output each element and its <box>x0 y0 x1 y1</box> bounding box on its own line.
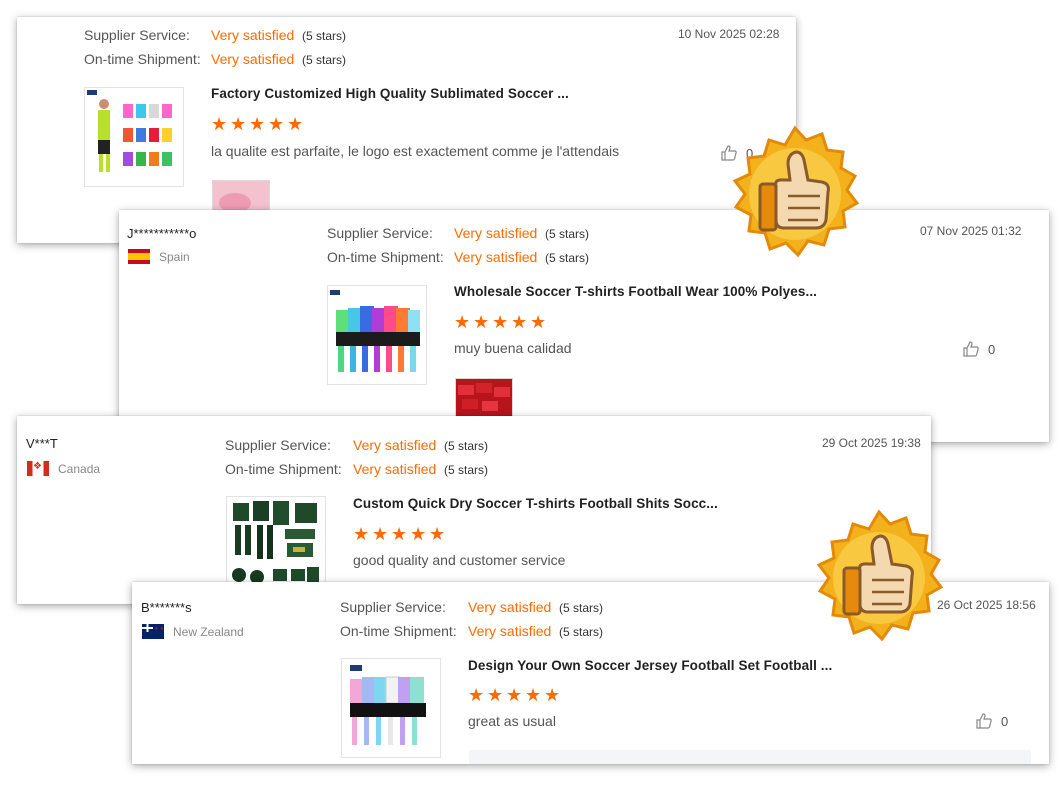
shipment-stars: (5 stars) <box>302 53 347 67</box>
star-icon: ★ <box>268 114 285 134</box>
shipment-value: Very satisfied <box>454 249 538 265</box>
like-count: 0 <box>1001 713 1009 729</box>
supplier-service-value: Very satisfied <box>454 225 538 241</box>
reviewer-name: B*******s <box>141 600 192 615</box>
star-icon: ★ <box>544 685 561 705</box>
country-name: Spain <box>159 249 190 264</box>
shipment-value: Very satisfied <box>353 461 437 477</box>
reply-area <box>469 750 1031 764</box>
new-zealand-flag-icon <box>142 624 165 639</box>
star-icon: ★ <box>506 685 523 705</box>
supplier-service-label: Supplier Service: <box>327 225 433 241</box>
rating-stars: ★ ★ ★ ★ ★ <box>353 524 446 544</box>
supplier-service-stars: (5 stars) <box>545 227 590 241</box>
product-thumbnail[interactable] <box>327 285 427 385</box>
thumbs-up-badge-icon <box>808 508 950 655</box>
product-title[interactable]: Design Your Own Soccer Jersey Football S… <box>468 658 832 673</box>
review-photo[interactable] <box>455 378 513 418</box>
star-icon: ★ <box>429 524 446 544</box>
like-count: 0 <box>988 341 996 357</box>
star-icon: ★ <box>492 312 509 332</box>
supplier-service-value: Very satisfied <box>468 599 552 615</box>
product-title[interactable]: Custom Quick Dry Soccer T-shirts Footbal… <box>353 496 718 511</box>
canada-flag-icon <box>27 461 49 476</box>
rating-stars: ★ ★ ★ ★ ★ <box>454 312 547 332</box>
thumbs-up-badge-icon <box>724 124 866 271</box>
star-icon: ★ <box>391 524 408 544</box>
review-comment: la qualite est parfaite, le logo est exa… <box>211 143 620 159</box>
review-comment: good quality and customer service <box>353 552 566 568</box>
product-title[interactable]: Wholesale Soccer T-shirts Football Wear … <box>454 284 817 299</box>
star-icon: ★ <box>410 524 427 544</box>
thumbs-up-icon <box>976 713 992 729</box>
star-icon: ★ <box>454 312 471 332</box>
shipment-label: On-time Shipment: <box>84 51 201 67</box>
review-date: 26 Oct 2025 18:56 <box>937 598 1036 612</box>
shipment-value: Very satisfied <box>468 623 552 639</box>
shipment-stars: (5 stars) <box>444 463 489 477</box>
star-icon: ★ <box>468 685 485 705</box>
reviewer-country: Spain <box>128 249 190 264</box>
shipment-label: On-time Shipment: <box>340 623 457 639</box>
star-icon: ★ <box>525 685 542 705</box>
thumbs-up-icon <box>963 341 979 357</box>
star-icon: ★ <box>530 312 547 332</box>
product-thumbnail[interactable] <box>341 658 441 758</box>
star-icon: ★ <box>487 685 504 705</box>
shipment-stars: (5 stars) <box>559 625 604 639</box>
reviewer-name: J***********o <box>127 226 197 241</box>
rating-stars: ★ ★ ★ ★ ★ <box>468 685 561 705</box>
supplier-service-label: Supplier Service: <box>225 437 331 453</box>
country-name: New Zealand <box>173 624 244 639</box>
reviewer-name: V***T <box>26 436 58 451</box>
supplier-service-stars: (5 stars) <box>559 601 604 615</box>
supplier-service-stars: (5 stars) <box>302 29 347 43</box>
review-date: 10 Nov 2025 02:28 <box>678 27 780 41</box>
reviewer-country: New Zealand <box>142 624 244 639</box>
product-thumbnail[interactable] <box>226 496 326 596</box>
star-icon: ★ <box>287 114 304 134</box>
shipment-label: On-time Shipment: <box>225 461 342 477</box>
spain-flag-icon <box>128 249 150 264</box>
review-card: J***********o Spain Supplier Service: Ve… <box>119 210 1049 442</box>
product-thumbnail[interactable] <box>84 87 184 187</box>
reviewer-country: Canada <box>27 461 100 476</box>
star-icon: ★ <box>230 114 247 134</box>
supplier-service-stars: (5 stars) <box>444 439 489 453</box>
star-icon: ★ <box>473 312 490 332</box>
star-icon: ★ <box>372 524 389 544</box>
review-date: 07 Nov 2025 01:32 <box>920 224 1022 238</box>
star-icon: ★ <box>249 114 266 134</box>
shipment-value: Very satisfied <box>211 51 295 67</box>
supplier-service-label: Supplier Service: <box>340 599 446 615</box>
country-name: Canada <box>58 461 101 476</box>
review-comment: muy buena calidad <box>454 340 572 356</box>
supplier-service-label: Supplier Service: <box>84 27 190 43</box>
star-icon: ★ <box>511 312 528 332</box>
like-button[interactable]: 0 <box>975 712 1008 730</box>
rating-stars: ★ ★ ★ ★ ★ <box>211 114 304 134</box>
review-comment: great as usual <box>468 713 556 729</box>
supplier-service-value: Very satisfied <box>211 27 295 43</box>
review-card: V***T Canada Supplier Service: Very sati… <box>17 416 931 604</box>
star-icon: ★ <box>211 114 228 134</box>
review-date: 29 Oct 2025 19:38 <box>822 436 921 450</box>
supplier-service-value: Very satisfied <box>353 437 437 453</box>
product-title[interactable]: Factory Customized High Quality Sublimat… <box>211 86 569 101</box>
shipment-label: On-time Shipment: <box>327 249 444 265</box>
like-button[interactable]: 0 <box>962 340 995 358</box>
shipment-stars: (5 stars) <box>545 251 590 265</box>
star-icon: ★ <box>353 524 370 544</box>
